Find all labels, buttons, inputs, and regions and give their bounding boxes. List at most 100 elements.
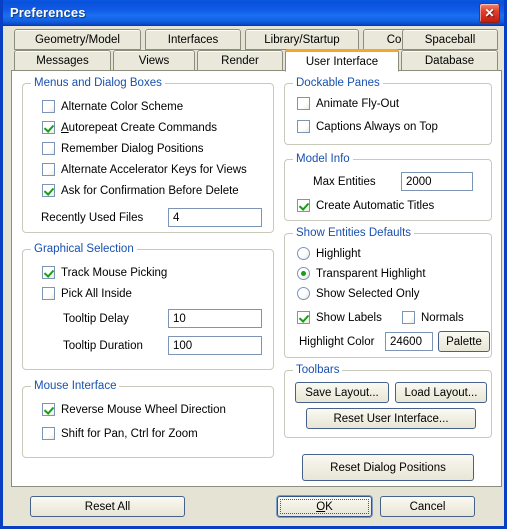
tab-database[interactable]: Database (401, 50, 498, 71)
recently-used-files-input[interactable] (168, 208, 262, 227)
checkbox-box (402, 311, 415, 324)
checkbox-box (297, 199, 310, 212)
checkbox-show-labels[interactable]: Show Labels (297, 311, 382, 324)
reset-all-button[interactable]: Reset All (30, 496, 185, 517)
ok-button[interactable]: OK (277, 496, 372, 517)
checkbox-reverse-mouse-wheel-direction[interactable]: Reverse Mouse Wheel Direction (42, 403, 226, 416)
checkbox-box (42, 427, 55, 440)
tab-strip: Geometry/Model Interfaces Library/Startu… (3, 26, 504, 72)
preferences-dialog: Preferences ✕ Geometry/Model Interfaces … (0, 0, 507, 529)
close-icon[interactable]: ✕ (479, 3, 500, 23)
checkbox-label: Ask for Confirmation Before Delete (61, 184, 239, 197)
checkbox-label: Create Automatic Titles (316, 199, 435, 212)
group-dockable-panes: Dockable Panes Animate Fly-Out Captions … (284, 77, 492, 145)
group-menus-and-dialog-boxes: Menus and Dialog Boxes Alternate Color S… (22, 77, 274, 233)
group-graphical-selection: Graphical Selection Track Mouse Picking … (22, 243, 274, 370)
group-legend: Model Info (293, 153, 353, 165)
radio-label: Show Selected Only (316, 287, 420, 300)
radio-show-selected-only[interactable]: Show Selected Only (297, 287, 420, 300)
checkbox-label: Show Labels (316, 311, 382, 324)
checkbox-box (42, 163, 55, 176)
group-mouse-interface: Mouse Interface Reverse Mouse Wheel Dire… (22, 380, 274, 458)
group-legend: Graphical Selection (31, 243, 137, 255)
group-show-entities-defaults: Show Entities Defaults Highlight Transpa… (284, 227, 492, 358)
focus-ring (280, 499, 369, 514)
radio-transparent-highlight[interactable]: Transparent Highlight (297, 267, 426, 280)
checkbox-box (297, 120, 310, 133)
cancel-button[interactable]: Cancel (380, 496, 475, 517)
checkbox-box (297, 97, 310, 110)
tab-interfaces[interactable]: Interfaces (145, 29, 241, 50)
highlight-color-input[interactable] (385, 332, 433, 351)
tab-geometry-model[interactable]: Geometry/Model (14, 29, 141, 50)
radio-label: Transparent Highlight (316, 267, 426, 280)
group-legend: Menus and Dialog Boxes (31, 77, 165, 89)
group-legend: Dockable Panes (293, 77, 383, 89)
radio-circle (297, 287, 310, 300)
tooltip-duration-label: Tooltip Duration (63, 340, 143, 352)
checkbox-label: Pick All Inside (61, 287, 132, 300)
checkbox-box (297, 311, 310, 324)
checkbox-box (42, 403, 55, 416)
tab-messages[interactable]: Messages (14, 50, 111, 71)
checkbox-box (42, 121, 55, 134)
checkbox-box (42, 184, 55, 197)
checkbox-label: Remember Dialog Positions (61, 142, 204, 155)
checkbox-box (42, 100, 55, 113)
checkbox-ask-for-confirmation-before-delete[interactable]: Ask for Confirmation Before Delete (42, 184, 239, 197)
max-entities-label: Max Entities (313, 176, 376, 188)
tab-spaceball[interactable]: Spaceball (402, 29, 498, 50)
max-entities-input[interactable] (401, 172, 473, 191)
tooltip-delay-input[interactable] (168, 309, 262, 328)
radio-label: Highlight (316, 247, 361, 260)
checkbox-label: Alternate Accelerator Keys for Views (61, 163, 247, 176)
tab-render[interactable]: Render (197, 50, 283, 71)
tooltip-duration-input[interactable] (168, 336, 262, 355)
tooltip-delay-label: Tooltip Delay (63, 313, 129, 325)
palette-button[interactable]: Palette (438, 331, 490, 352)
group-model-info: Model Info Max Entities Create Automatic… (284, 153, 492, 221)
checkbox-track-mouse-picking[interactable]: Track Mouse Picking (42, 266, 167, 279)
checkbox-label: Captions Always on Top (316, 120, 438, 133)
checkbox-remember-dialog-positions[interactable]: Remember Dialog Positions (42, 142, 204, 155)
checkbox-box (42, 266, 55, 279)
checkbox-captions-always-on-top[interactable]: Captions Always on Top (297, 120, 438, 133)
checkbox-label: Track Mouse Picking (61, 266, 168, 279)
checkbox-pick-all-inside[interactable]: Pick All Inside (42, 287, 132, 300)
reset-dialog-positions-button[interactable]: Reset Dialog Positions (302, 454, 474, 481)
checkbox-alternate-color-scheme[interactable]: Alternate Color Scheme (42, 100, 183, 113)
radio-circle (297, 267, 310, 280)
checkbox-label: Alternate Color Scheme (61, 100, 184, 113)
checkbox-label: Autorepeat Create Commands (61, 121, 217, 134)
checkbox-label: Normals (421, 311, 464, 324)
checkbox-create-automatic-titles[interactable]: Create Automatic Titles (297, 199, 434, 212)
checkbox-normals[interactable]: Normals (402, 311, 464, 324)
load-layout-button[interactable]: Load Layout... (395, 382, 487, 403)
checkbox-label: Reverse Mouse Wheel Direction (61, 403, 226, 416)
checkbox-label: Animate Fly-Out (316, 97, 400, 110)
checkbox-shift-for-pan-ctrl-for-zoom[interactable]: Shift for Pan, Ctrl for Zoom (42, 427, 198, 440)
tab-views[interactable]: Views (113, 50, 195, 71)
checkbox-label: Shift for Pan, Ctrl for Zoom (61, 427, 198, 440)
title-bar: Preferences ✕ (3, 0, 504, 26)
checkbox-alternate-accelerator-keys-for-views[interactable]: Alternate Accelerator Keys for Views (42, 163, 247, 176)
group-legend: Show Entities Defaults (293, 227, 415, 239)
highlight-color-label: Highlight Color (299, 336, 375, 348)
recently-used-files-label: Recently Used Files (41, 212, 144, 224)
checkbox-box (42, 142, 55, 155)
checkbox-autorepeat-create-commands[interactable]: Autorepeat Create Commands (42, 121, 217, 134)
window-title: Preferences (10, 5, 86, 20)
checkbox-box (42, 287, 55, 300)
tab-user-interface[interactable]: User Interface (285, 49, 399, 72)
save-layout-button[interactable]: Save Layout... (295, 382, 389, 403)
group-legend: Toolbars (293, 364, 343, 376)
footer-button-bar: Reset All OK Cancel (3, 490, 504, 526)
checkbox-animate-fly-out[interactable]: Animate Fly-Out (297, 97, 399, 110)
user-interface-panel: Menus and Dialog Boxes Alternate Color S… (11, 70, 502, 487)
group-toolbars: Toolbars Save Layout... Load Layout... R… (284, 364, 492, 438)
group-legend: Mouse Interface (31, 380, 120, 392)
reset-user-interface-button[interactable]: Reset User Interface... (306, 408, 476, 429)
radio-highlight[interactable]: Highlight (297, 247, 361, 260)
tab-library-startup[interactable]: Library/Startup (245, 29, 359, 50)
radio-circle (297, 247, 310, 260)
